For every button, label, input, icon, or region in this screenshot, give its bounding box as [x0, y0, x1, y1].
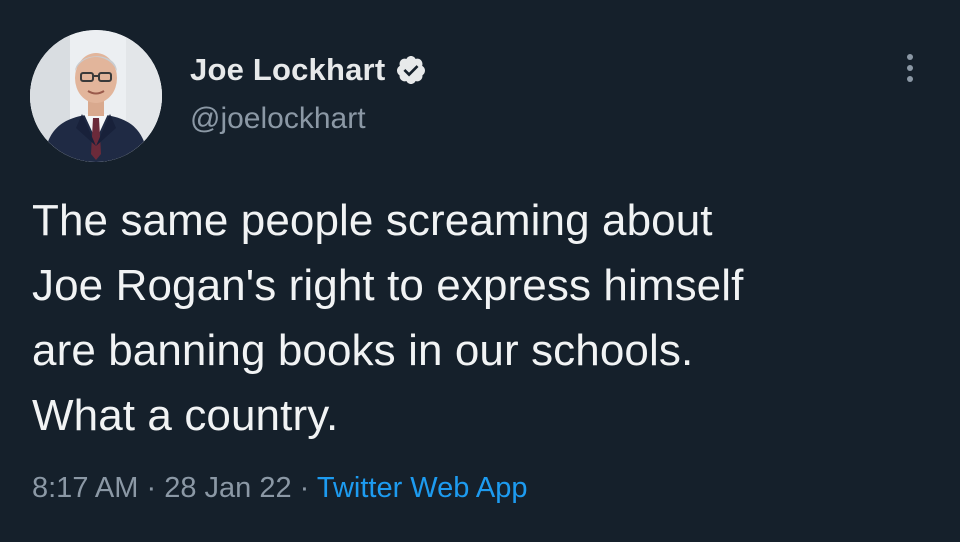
more-options-icon[interactable]	[896, 46, 924, 90]
tweet-text-line: are banning books in our schools.	[32, 326, 694, 375]
author-handle[interactable]: @joelockhart	[190, 102, 366, 136]
author-name-row: Joe Lockhart	[190, 50, 427, 90]
profile-photo-icon	[30, 30, 162, 162]
tweet-text-line: The same people screaming about	[32, 196, 713, 245]
tweet-source-link[interactable]: Twitter Web App	[317, 472, 528, 504]
more-dot	[907, 54, 913, 60]
verified-badge-icon	[395, 54, 427, 86]
avatar[interactable]	[30, 30, 162, 162]
meta-separator: ·	[138, 472, 165, 504]
more-dot	[907, 76, 913, 82]
tweet-text-line: What a country.	[32, 391, 339, 440]
tweet-text-line: Joe Rogan's right to express himself	[32, 261, 744, 310]
tweet-time[interactable]: 8:17 AM	[32, 472, 138, 504]
more-dot	[907, 65, 913, 71]
tweet-text: The same people screaming about Joe Roga…	[32, 188, 932, 448]
tweet-date[interactable]: 28 Jan 22	[164, 472, 291, 504]
tweet-meta: 8:17 AM · 28 Jan 22 · Twitter Web App	[32, 472, 527, 505]
meta-separator: ·	[291, 472, 317, 504]
author-display-name[interactable]: Joe Lockhart	[190, 52, 385, 88]
tweet-card: Joe Lockhart @joelockhart The same peopl…	[0, 0, 960, 542]
